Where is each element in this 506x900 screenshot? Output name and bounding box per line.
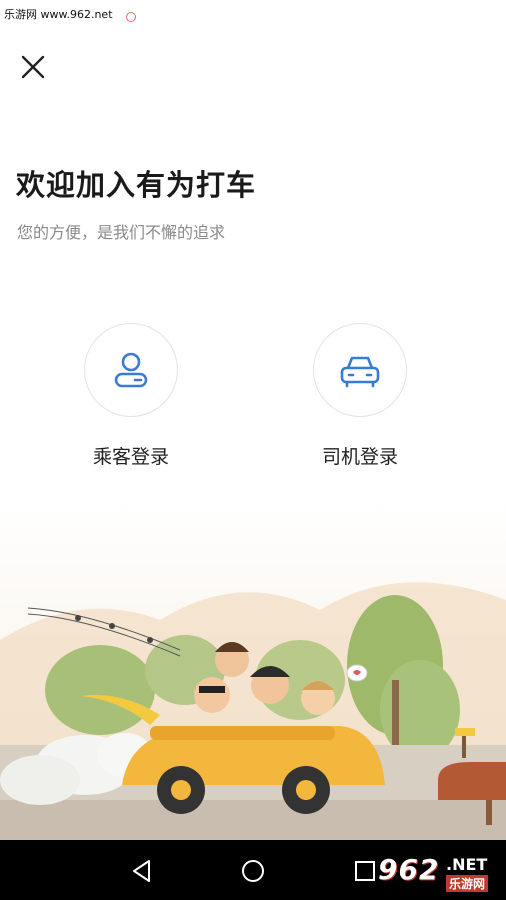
car-illustration-image <box>0 500 506 840</box>
close-icon <box>21 55 45 79</box>
watermark-logo: 962 .NET 乐游网 <box>370 851 500 895</box>
close-button[interactable] <box>16 50 50 84</box>
back-button[interactable] <box>125 854 159 888</box>
page-subtitle: 您的方便，是我们不懈的追求 <box>17 223 226 242</box>
home-icon <box>242 860 264 882</box>
car-icon <box>340 356 380 388</box>
watermark-number: 962 <box>378 853 440 886</box>
watermark-suffix: .NET <box>446 855 488 874</box>
page-title: 欢迎加入有为打车 <box>16 168 257 202</box>
watermark-site-name: 乐游网 <box>446 875 489 892</box>
passenger-login-button[interactable]: 乘客登录 <box>71 323 191 469</box>
notification-icon <box>126 12 136 22</box>
driver-icon-circle[interactable] <box>313 323 407 417</box>
home-button[interactable] <box>236 854 270 888</box>
back-icon <box>133 860 150 882</box>
driver-login-button[interactable]: 司机登录 <box>300 323 420 469</box>
road-trip-illustration <box>0 500 506 840</box>
passenger-icon-circle[interactable] <box>84 323 178 417</box>
status-bar: 乐游网 www.962.net <box>0 0 506 26</box>
watermark-text: 乐游网 www.962.net <box>4 8 113 21</box>
passenger-icon <box>114 352 148 388</box>
driver-login-label: 司机登录 <box>321 446 398 468</box>
passenger-login-label: 乘客登录 <box>92 446 169 468</box>
